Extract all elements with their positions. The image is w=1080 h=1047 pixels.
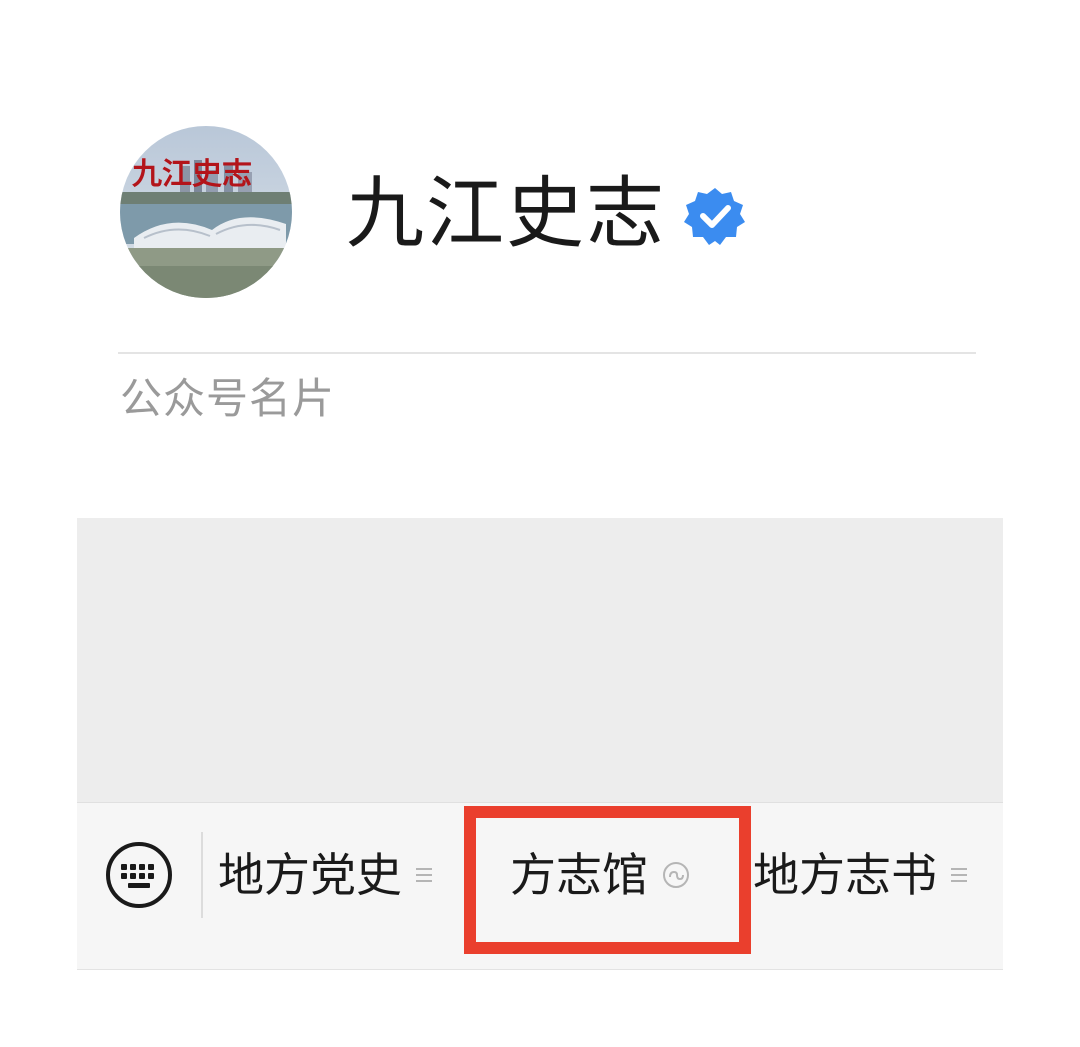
card-label: 公众号名片	[120, 374, 336, 423]
highlight-annotation-box	[464, 806, 751, 954]
verified-badge-icon	[684, 188, 745, 245]
keyboard-icon[interactable]	[104, 840, 174, 910]
menu-separator	[201, 832, 203, 918]
account-avatar[interactable]: 九江史志	[120, 126, 292, 298]
header-divider	[118, 352, 976, 354]
menu-item-label: 地方志书	[753, 848, 937, 902]
avatar-logo-text: 九江史志	[132, 157, 252, 192]
chat-area	[77, 518, 1003, 802]
menu-lines-icon	[951, 868, 967, 882]
avatar-image: 九江史志	[120, 126, 292, 298]
menu-item-local-gazetteers[interactable]: 地方志书	[753, 843, 967, 907]
menu-lines-icon	[416, 868, 432, 882]
account-name: 九江史志	[346, 169, 667, 259]
menu-item-local-party-history[interactable]: 地方党史	[218, 843, 432, 907]
menu-item-label: 地方党史	[218, 848, 402, 902]
